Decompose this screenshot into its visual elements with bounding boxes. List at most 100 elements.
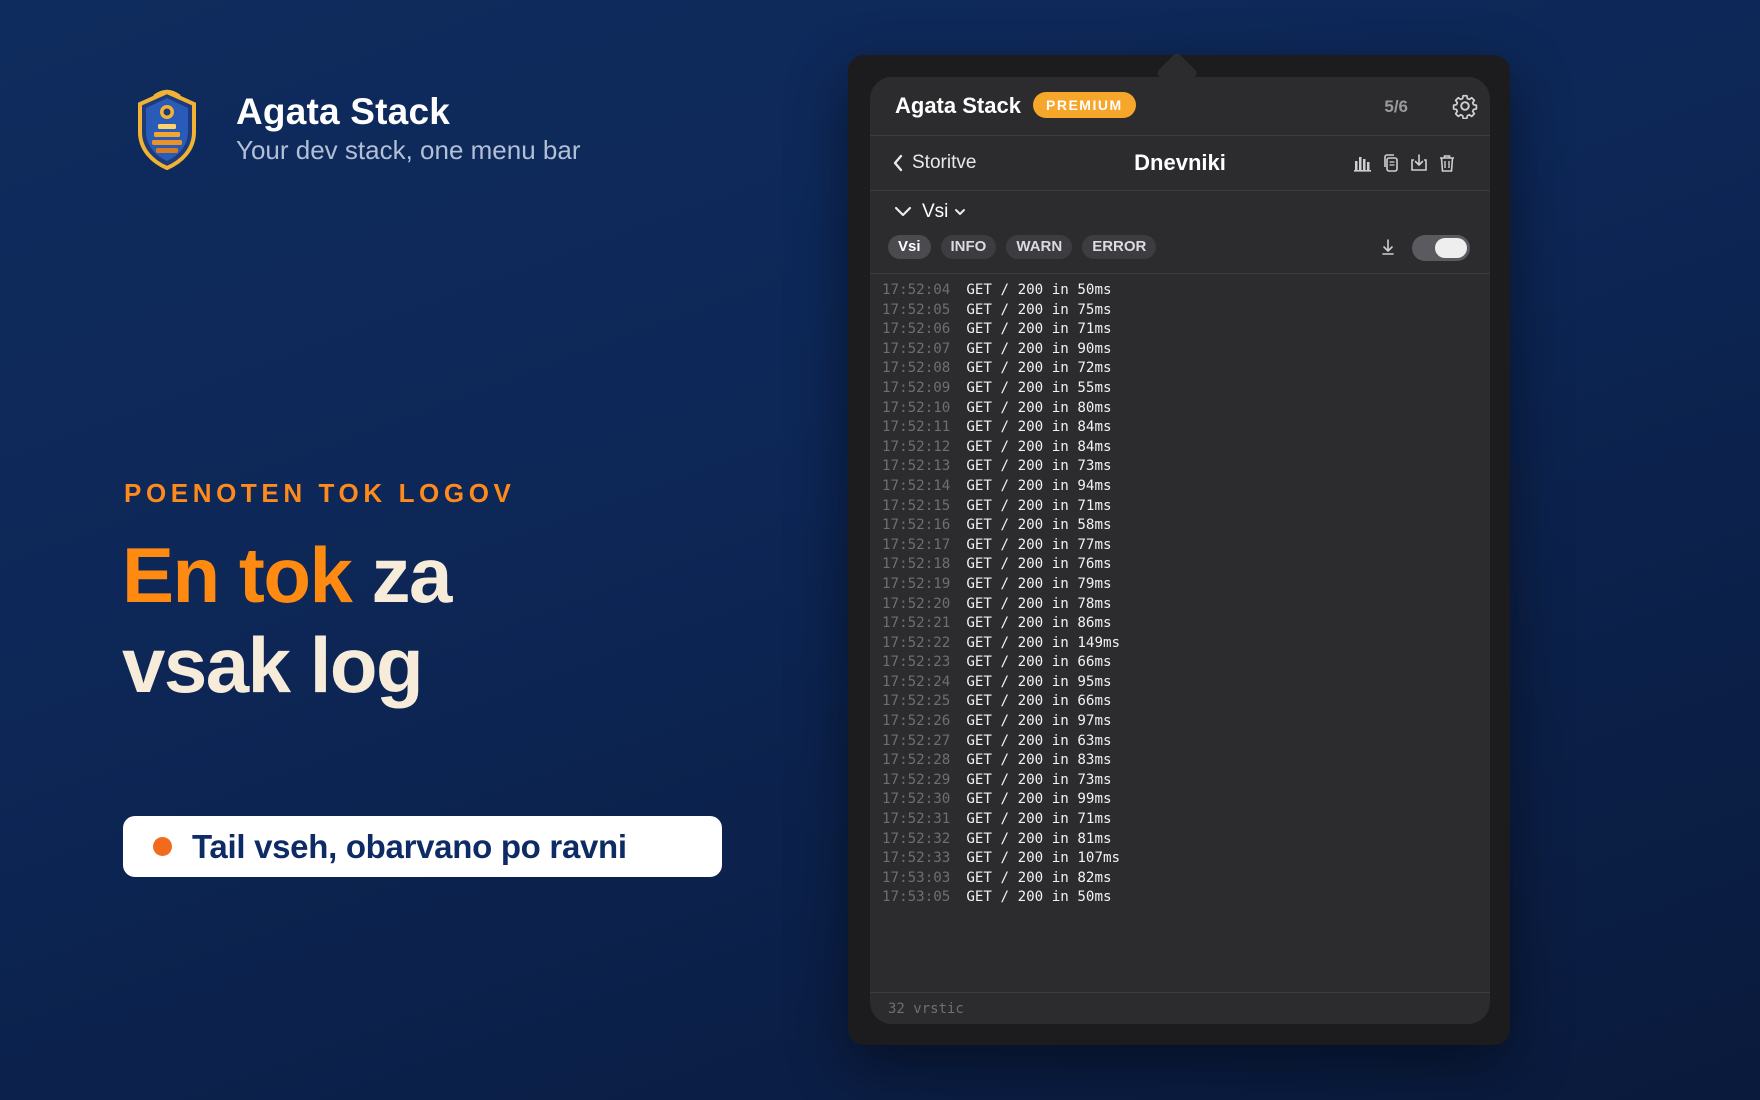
- log-timestamp: 17:52:14: [882, 477, 951, 494]
- source-filter-bar: Vsi: [870, 191, 1490, 233]
- log-row: 17:52:09 GET / 200 in 55ms: [882, 379, 1490, 399]
- service-counter: 5/6: [1384, 97, 1408, 116]
- log-row: 17:52:19 GET / 200 in 79ms: [882, 575, 1490, 595]
- source-selector-label: Vsi: [922, 201, 949, 222]
- log-row: 17:52:32 GET / 200 in 81ms: [882, 830, 1490, 850]
- log-row: 17:52:23 GET / 200 in 66ms: [882, 653, 1490, 673]
- trash-icon[interactable]: [1436, 152, 1458, 174]
- source-selector[interactable]: Vsi: [894, 201, 966, 223]
- gear-icon[interactable]: [1452, 93, 1478, 119]
- log-message: GET / 200 in 58ms: [966, 517, 1112, 534]
- log-message: GET / 200 in 50ms: [966, 282, 1112, 298]
- log-row: 17:52:29 GET / 200 in 73ms: [882, 771, 1490, 791]
- log-message: GET / 200 in 94ms: [966, 477, 1112, 494]
- log-message: GET / 200 in 73ms: [966, 771, 1112, 788]
- headline-accent: En tok: [122, 531, 353, 619]
- log-timestamp: 17:52:25: [882, 693, 951, 710]
- dropdown-chevron-icon: [955, 209, 966, 215]
- log-timestamp: 17:52:16: [882, 517, 951, 534]
- nav-actions: [1346, 152, 1458, 174]
- log-timestamp: 17:52:19: [882, 575, 951, 592]
- log-timestamp: 17:52:21: [882, 615, 951, 632]
- log-message: GET / 200 in 71ms: [966, 321, 1112, 338]
- brand-tagline: Your dev stack, one menu bar: [236, 134, 581, 165]
- log-timestamp: 17:52:10: [882, 399, 951, 416]
- log-timestamp: 17:52:29: [882, 771, 951, 788]
- level-chips: Vsi INFO WARN ERROR: [888, 235, 1166, 259]
- log-message: GET / 200 in 66ms: [966, 693, 1112, 710]
- download-arrow-icon[interactable]: [1378, 237, 1398, 257]
- log-message: GET / 200 in 84ms: [966, 419, 1112, 436]
- log-row: 17:52:25 GET / 200 in 66ms: [882, 692, 1490, 712]
- copy-icon[interactable]: [1380, 152, 1402, 174]
- log-timestamp: 17:52:26: [882, 713, 951, 730]
- log-timestamp: 17:52:22: [882, 634, 951, 651]
- hero-headline: En tok za vsak log: [122, 530, 453, 710]
- log-message: GET / 200 in 82ms: [966, 869, 1112, 886]
- log-message: GET / 200 in 71ms: [966, 497, 1112, 514]
- level-chip-info[interactable]: INFO: [940, 235, 997, 259]
- log-timestamp: 17:52:11: [882, 419, 951, 436]
- toggle-knob: [1435, 238, 1467, 258]
- log-row: 17:53:03 GET / 200 in 82ms: [882, 869, 1490, 889]
- log-message: GET / 200 in 107ms: [966, 850, 1121, 867]
- headline-line-2: vsak log: [122, 621, 424, 709]
- log-timestamp: 17:52:17: [882, 536, 951, 553]
- log-message: GET / 200 in 80ms: [966, 399, 1112, 416]
- level-chip-all[interactable]: Vsi: [888, 235, 931, 259]
- level-filter-bar: Vsi INFO WARN ERROR: [870, 233, 1490, 274]
- log-row: 17:52:07 GET / 200 in 90ms: [882, 340, 1490, 360]
- premium-badge: PREMIUM: [1033, 92, 1136, 118]
- log-row: 17:53:05 GET / 200 in 50ms: [882, 888, 1490, 908]
- follow-toggle[interactable]: [1412, 235, 1470, 261]
- section-eyebrow: POENOTEN TOK LOGOV: [124, 478, 516, 508]
- log-timestamp: 17:52:18: [882, 556, 951, 573]
- chart-icon[interactable]: [1352, 152, 1374, 174]
- brand-header: Agata Stack Your dev stack, one menu bar: [134, 88, 580, 170]
- log-message: GET / 200 in 55ms: [966, 379, 1112, 396]
- log-timestamp: 17:52:31: [882, 811, 951, 828]
- log-row: 17:52:31 GET / 200 in 71ms: [882, 810, 1490, 830]
- brand-title: Agata Stack: [236, 91, 451, 133]
- log-message: GET / 200 in 76ms: [966, 556, 1112, 573]
- log-message: GET / 200 in 73ms: [966, 458, 1112, 475]
- app-panel: Agata Stack PREMIUM 5/6 Storitve Dnevnik…: [870, 77, 1490, 1024]
- log-row: 17:52:14 GET / 200 in 94ms: [882, 477, 1490, 497]
- log-timestamp: 17:52:06: [882, 321, 951, 338]
- log-timestamp: 17:53:03: [882, 869, 951, 886]
- log-timestamp: 17:52:05: [882, 301, 951, 318]
- shield-logo-icon: [138, 89, 196, 170]
- log-message: GET / 200 in 63ms: [966, 732, 1112, 749]
- app-topbar: Agata Stack PREMIUM 5/6: [870, 77, 1490, 136]
- feature-pill-text: Tail vseh, obarvano po ravni: [192, 827, 627, 865]
- log-message: GET / 200 in 99ms: [966, 791, 1112, 808]
- log-timestamp: 17:52:04: [882, 282, 951, 298]
- log-row: 17:52:26 GET / 200 in 97ms: [882, 712, 1490, 732]
- level-chip-warn[interactable]: WARN: [1006, 235, 1073, 259]
- log-footer: 32 vrstic: [870, 992, 1490, 1024]
- log-row: 17:52:04 GET / 200 in 50ms: [882, 281, 1490, 301]
- log-timestamp: 17:52:20: [882, 595, 951, 612]
- log-timestamp: 17:52:30: [882, 791, 951, 808]
- line-count: 32 vrstic: [888, 1001, 964, 1017]
- log-message: GET / 200 in 81ms: [966, 830, 1112, 847]
- export-icon[interactable]: [1408, 152, 1430, 174]
- level-chip-error[interactable]: ERROR: [1082, 235, 1157, 259]
- chevron-down-icon: [894, 206, 912, 217]
- log-row: 17:52:08 GET / 200 in 72ms: [882, 359, 1490, 379]
- log-message: GET / 200 in 84ms: [966, 438, 1112, 455]
- headline-rest: za: [351, 531, 453, 619]
- log-row: 17:52:06 GET / 200 in 71ms: [882, 320, 1490, 340]
- log-list[interactable]: 17:52:04 GET / 200 in 50ms 17:52:05 GET / 2…: [870, 274, 1490, 991]
- log-timestamp: 17:52:23: [882, 654, 951, 671]
- log-timestamp: 17:52:09: [882, 379, 951, 396]
- log-timestamp: 17:52:12: [882, 438, 951, 455]
- log-message: GET / 200 in 83ms: [966, 752, 1112, 769]
- log-message: GET / 200 in 149ms: [966, 634, 1121, 651]
- log-message: GET / 200 in 77ms: [966, 536, 1112, 553]
- log-timestamp: 17:52:15: [882, 497, 951, 514]
- log-row: 17:52:10 GET / 200 in 80ms: [882, 399, 1490, 419]
- log-message: GET / 200 in 97ms: [966, 713, 1112, 730]
- log-message: GET / 200 in 75ms: [966, 301, 1112, 318]
- log-timestamp: 17:52:28: [882, 752, 951, 769]
